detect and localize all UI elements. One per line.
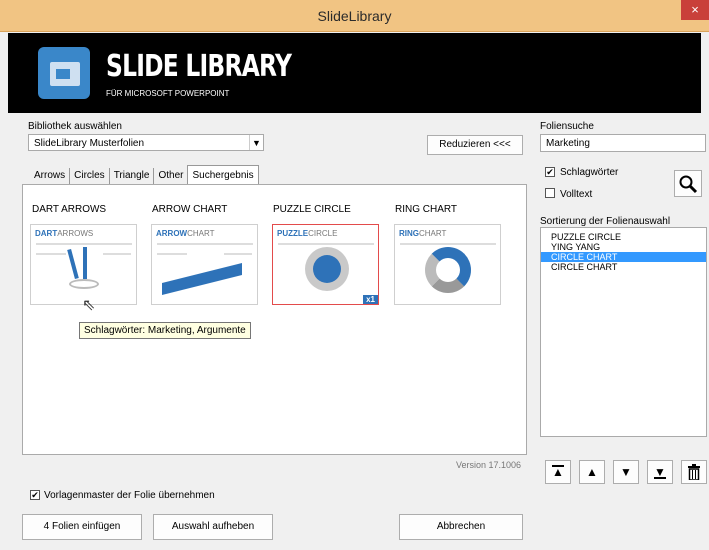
trash-icon bbox=[688, 464, 700, 481]
fulltext-label: Volltext bbox=[560, 189, 593, 200]
banner: SLIDE LIBRARY FÜR MICROSOFT POWERPOINT bbox=[8, 33, 701, 113]
search-input[interactable]: Marketing bbox=[540, 134, 706, 152]
master-checkbox[interactable]: ✔ bbox=[30, 490, 40, 500]
chevron-down-icon[interactable]: ▼ bbox=[249, 135, 263, 150]
move-down-icon: ▼ bbox=[620, 465, 632, 479]
slide-thumbnail-dart-arrows[interactable]: DARTARROWS bbox=[30, 224, 137, 305]
logo-icon bbox=[38, 47, 90, 99]
sort-list-item[interactable]: CIRCLE CHART bbox=[541, 262, 706, 272]
move-up-button[interactable]: ▲ bbox=[579, 460, 605, 484]
slide-title-arrow-chart: ARROW CHART bbox=[152, 204, 228, 215]
window-title: SlideLibrary bbox=[317, 8, 392, 24]
keywords-tooltip: Schlagwörter: Marketing, Argumente bbox=[79, 322, 251, 339]
tab-bar: Arrows Circles Triangle Other Suchergebn… bbox=[30, 165, 259, 184]
version-label: Version 17.1006 bbox=[456, 460, 522, 470]
tab-arrows[interactable]: Arrows bbox=[30, 168, 71, 184]
brand-subtitle: FÜR MICROSOFT POWERPOINT bbox=[106, 89, 230, 98]
sort-list-item[interactable]: PUZZLE CIRCLE bbox=[541, 232, 706, 242]
mouse-cursor-icon: ⇖ bbox=[82, 297, 96, 314]
tab-triangle[interactable]: Triangle bbox=[110, 168, 155, 184]
library-label: Bibliothek auswählen bbox=[28, 121, 122, 132]
slide-title-dart-arrows: DART ARROWS bbox=[32, 204, 107, 215]
tab-circles[interactable]: Circles bbox=[70, 168, 110, 184]
brand-title: SLIDE LIBRARY bbox=[106, 49, 292, 84]
search-input-value: Marketing bbox=[546, 138, 590, 149]
keywords-label: Schlagwörter bbox=[560, 167, 619, 178]
master-label: Vorlagenmaster der Folie übernehmen bbox=[44, 490, 215, 501]
library-select[interactable]: SlideLibrary Musterfolien ▼ bbox=[28, 134, 264, 151]
cancel-button[interactable]: Abbrechen bbox=[399, 514, 523, 540]
selection-count-badge: x1 bbox=[363, 295, 378, 304]
search-button[interactable] bbox=[674, 170, 702, 197]
sort-list-item[interactable]: YING YANG bbox=[541, 242, 706, 252]
move-down-button[interactable]: ▼ bbox=[613, 460, 639, 484]
tab-other[interactable]: Other bbox=[154, 168, 187, 184]
move-top-button[interactable]: ▲ bbox=[545, 460, 571, 484]
slide-thumbnail-ring-chart[interactable]: RINGCHART bbox=[394, 224, 501, 305]
slide-thumbnail-puzzle-circle[interactable]: PUZZLECIRCLE x1 bbox=[272, 224, 379, 305]
search-label: Foliensuche bbox=[540, 121, 594, 132]
magnifier-icon bbox=[679, 175, 698, 194]
move-bottom-icon: ▼ bbox=[654, 465, 666, 479]
delete-button[interactable] bbox=[681, 460, 707, 484]
slide-thumbnail-arrow-chart[interactable]: ARROWCHART bbox=[151, 224, 258, 305]
close-button[interactable]: × bbox=[681, 0, 709, 20]
move-bottom-button[interactable]: ▼ bbox=[647, 460, 673, 484]
reduce-button[interactable]: Reduzieren <<< bbox=[427, 135, 523, 155]
sort-listbox[interactable]: PUZZLE CIRCLE YING YANG CIRCLE CHART CIR… bbox=[540, 227, 707, 437]
keywords-checkbox[interactable]: ✔ bbox=[545, 167, 555, 177]
insert-slides-button[interactable]: 4 Folien einfügen bbox=[22, 514, 142, 540]
tab-suchergebnis[interactable]: Suchergebnis bbox=[187, 165, 259, 184]
move-up-icon: ▲ bbox=[586, 465, 598, 479]
title-bar: SlideLibrary × bbox=[0, 0, 709, 32]
fulltext-checkbox[interactable] bbox=[545, 188, 555, 198]
library-select-value: SlideLibrary Musterfolien bbox=[34, 138, 145, 149]
sort-list-item-selected[interactable]: CIRCLE CHART bbox=[541, 252, 706, 262]
slide-title-ring-chart: RING CHART bbox=[395, 204, 458, 215]
slide-title-puzzle-circle: PUZZLE CIRCLE bbox=[273, 204, 351, 215]
move-top-icon: ▲ bbox=[552, 465, 564, 479]
clear-selection-button[interactable]: Auswahl aufheben bbox=[153, 514, 273, 540]
sort-label: Sortierung der Folienauswahl bbox=[540, 216, 671, 227]
